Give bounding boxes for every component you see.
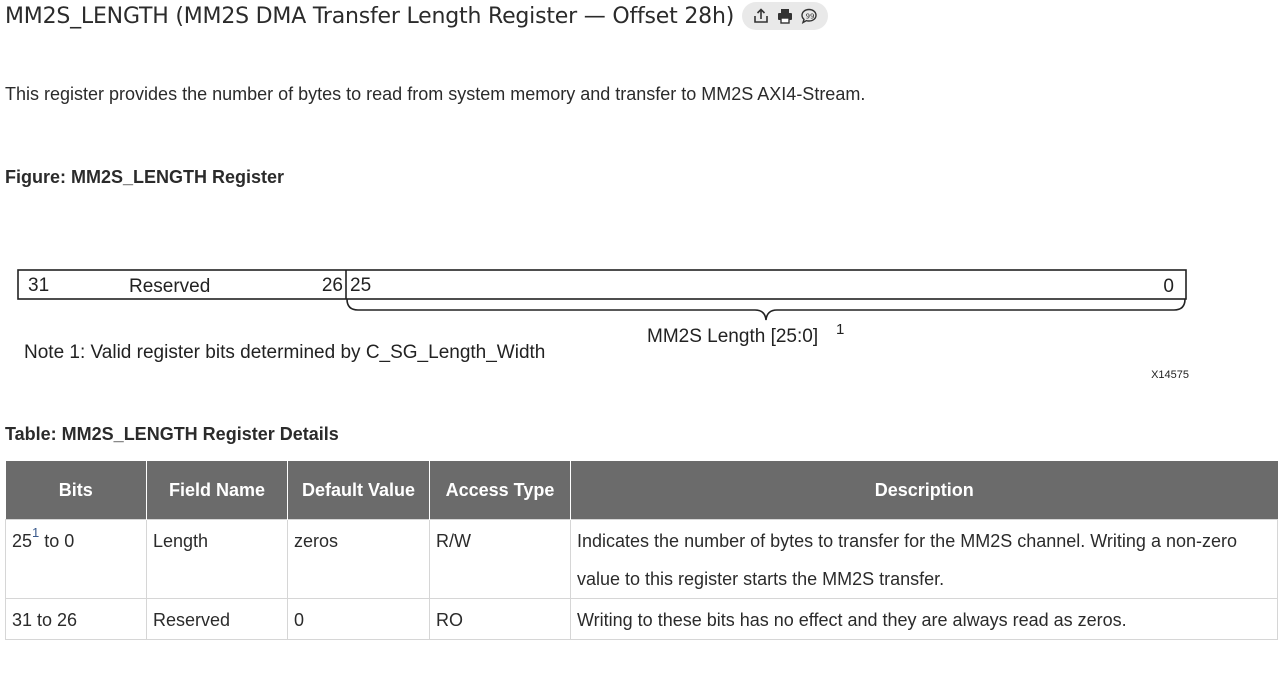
feedback-icon[interactable]: 99	[800, 7, 818, 25]
reserved-label: Reserved	[129, 276, 210, 297]
print-icon[interactable]	[776, 7, 794, 25]
cell-default-value: 0	[287, 598, 430, 640]
register-figure: 31 Reserved 26 25 0 MM2S Length [25:0] 1…	[0, 255, 1286, 390]
svg-text:99: 99	[806, 12, 815, 20]
brace-note-ref: 1	[836, 321, 844, 338]
header-bits: Bits	[5, 461, 147, 520]
register-details-table: Bits Field Name Default Value Access Typ…	[5, 461, 1278, 640]
length-msb: 25	[350, 275, 371, 296]
header-access-type: Access Type	[429, 461, 571, 520]
header-default-value: Default Value	[287, 461, 430, 520]
share-icon[interactable]	[752, 7, 770, 25]
length-lsb: 0	[1163, 276, 1174, 297]
reserved-msb: 31	[28, 275, 49, 296]
cell-bits: 251 to 0	[5, 519, 147, 599]
cell-default-value: zeros	[287, 519, 430, 599]
figure-id: X14575	[1151, 369, 1189, 381]
cell-description: Indicates the number of bytes to transfe…	[570, 519, 1278, 599]
page-title: MM2S_LENGTH (MM2S DMA Transfer Length Re…	[5, 3, 735, 29]
cell-access-type: RO	[429, 598, 571, 640]
table-row: 251 to 0 Length zeros R/W Indicates the …	[5, 519, 1278, 599]
table-header-row: Bits Field Name Default Value Access Typ…	[5, 461, 1278, 520]
document-page: MM2S_LENGTH (MM2S DMA Transfer Length Re…	[0, 0, 1286, 681]
header-field-name: Field Name	[146, 461, 288, 520]
cell-access-type: R/W	[429, 519, 571, 599]
cell-description: Writing to these bits has no effect and …	[570, 598, 1278, 640]
table-caption: Table: MM2S_LENGTH Register Details	[5, 424, 339, 444]
cell-bits: 31 to 26	[5, 598, 147, 640]
cell-field-name: Length	[146, 519, 288, 599]
brace-label: MM2S Length [25:0]	[647, 326, 818, 347]
reserved-lsb: 26	[322, 275, 343, 296]
bits-note-ref[interactable]: 1	[32, 525, 39, 540]
heading-row: MM2S_LENGTH (MM2S DMA Transfer Length Re…	[5, 2, 829, 30]
title-action-bar: 99	[742, 2, 829, 30]
length-brace	[346, 298, 1186, 321]
cell-field-name: Reserved	[146, 598, 288, 640]
figure-note: Note 1: Valid register bits determined b…	[24, 342, 545, 363]
bits-end: to 0	[39, 531, 75, 551]
register-diagram: 31 Reserved 26 25 0 MM2S Length [25:0] 1…	[17, 269, 1189, 381]
figure-caption: Figure: MM2S_LENGTH Register	[5, 167, 285, 187]
table-row: 31 to 26 Reserved 0 RO Writing to these …	[5, 598, 1278, 640]
intro-paragraph: This register provides the number of byt…	[5, 84, 866, 104]
header-description: Description	[570, 461, 1278, 520]
bits-start: 25	[12, 531, 33, 551]
